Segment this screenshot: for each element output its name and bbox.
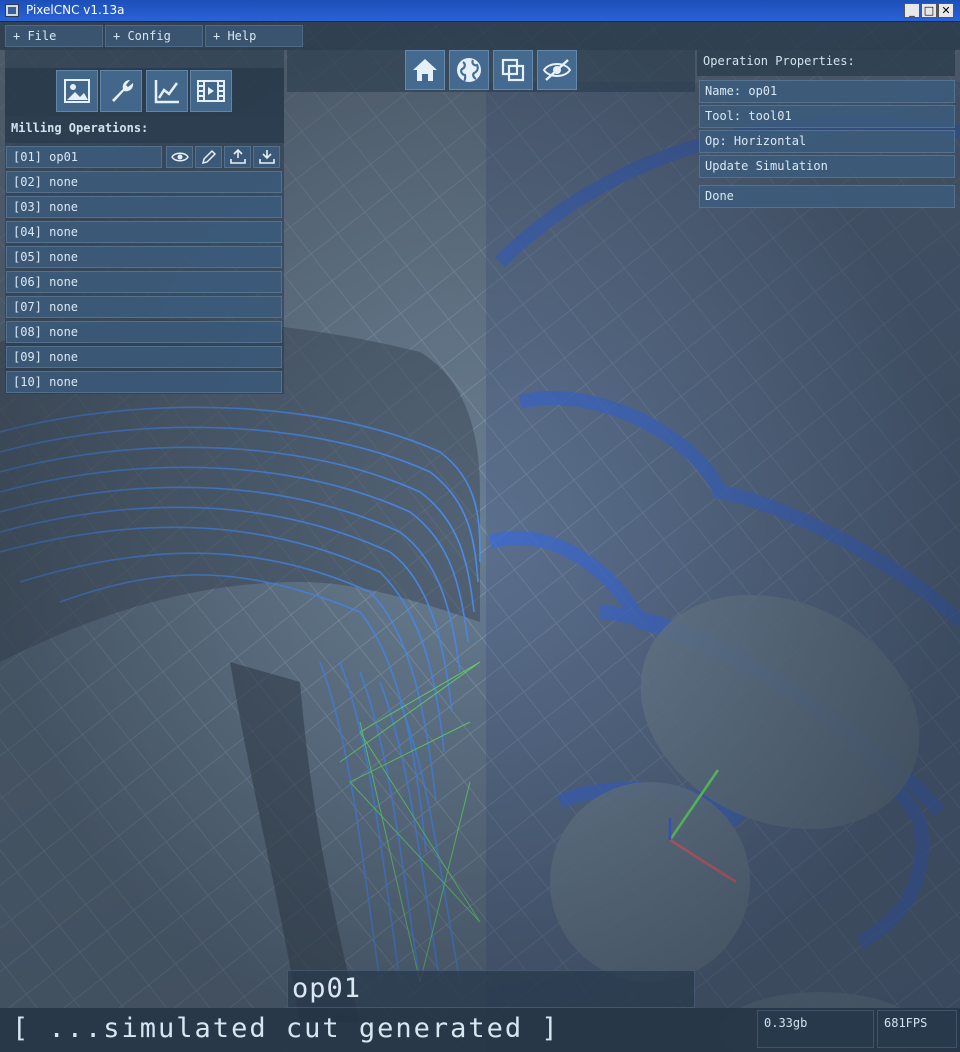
copy-icon[interactable]	[493, 50, 533, 90]
window-titlebar: PixelCNC v1.13a _ □ ✕	[0, 0, 960, 22]
fps-counter: 681FPS	[877, 1010, 957, 1048]
mode-toolbar	[5, 68, 284, 116]
property-op[interactable]: Op: Horizontal	[699, 130, 955, 153]
operation-properties-title: Operation Properties:	[697, 50, 955, 76]
home-icon[interactable]	[405, 50, 445, 90]
eye-icon[interactable]	[166, 146, 193, 168]
edit-icon[interactable]	[195, 146, 222, 168]
film-icon[interactable]	[190, 70, 232, 112]
update-simulation-button[interactable]: Update Simulation	[699, 155, 955, 178]
export-icon[interactable]	[224, 146, 251, 168]
chart-icon[interactable]	[146, 70, 188, 112]
view-toolbar	[287, 50, 695, 92]
window-title: PixelCNC v1.13a	[26, 3, 125, 17]
operation-row-08[interactable]: [08] none	[6, 321, 282, 343]
operation-row-09[interactable]: [09] none	[6, 346, 282, 368]
operation-row-07[interactable]: [07] none	[6, 296, 282, 318]
property-name[interactable]: Name: op01	[699, 80, 955, 103]
done-button[interactable]: Done	[699, 185, 955, 208]
milling-operations-title: Milling Operations:	[5, 116, 284, 143]
hide-icon[interactable]	[537, 50, 577, 90]
operation-row-02[interactable]: [02] none	[6, 171, 282, 193]
minimize-button[interactable]: _	[904, 3, 920, 18]
download-icon[interactable]	[253, 146, 280, 168]
operation-row-10[interactable]: [10] none	[6, 371, 282, 393]
current-operation-label: op01	[287, 970, 695, 1008]
operation-row-05[interactable]: [05] none	[6, 246, 282, 268]
menu-config[interactable]: + Config	[105, 25, 203, 47]
image-icon[interactable]	[56, 70, 98, 112]
maximize-button[interactable]: □	[921, 3, 937, 18]
operation-row-03[interactable]: [03] none	[6, 196, 282, 218]
memory-usage: 0.33gb	[757, 1010, 874, 1048]
wrench-icon[interactable]	[100, 70, 142, 112]
app-icon	[5, 4, 19, 17]
close-button[interactable]: ✕	[938, 3, 954, 18]
menu-file[interactable]: + File	[5, 25, 103, 47]
operation-row-04[interactable]: [04] none	[6, 221, 282, 243]
status-message: [ ...simulated cut generated ]	[12, 1013, 560, 1044]
operation-row-01[interactable]: [01] op01	[6, 146, 162, 168]
property-tool[interactable]: Tool: tool01	[699, 105, 955, 128]
globe-icon[interactable]	[449, 50, 489, 90]
menu-help[interactable]: + Help	[205, 25, 303, 47]
operation-row-06[interactable]: [06] none	[6, 271, 282, 293]
